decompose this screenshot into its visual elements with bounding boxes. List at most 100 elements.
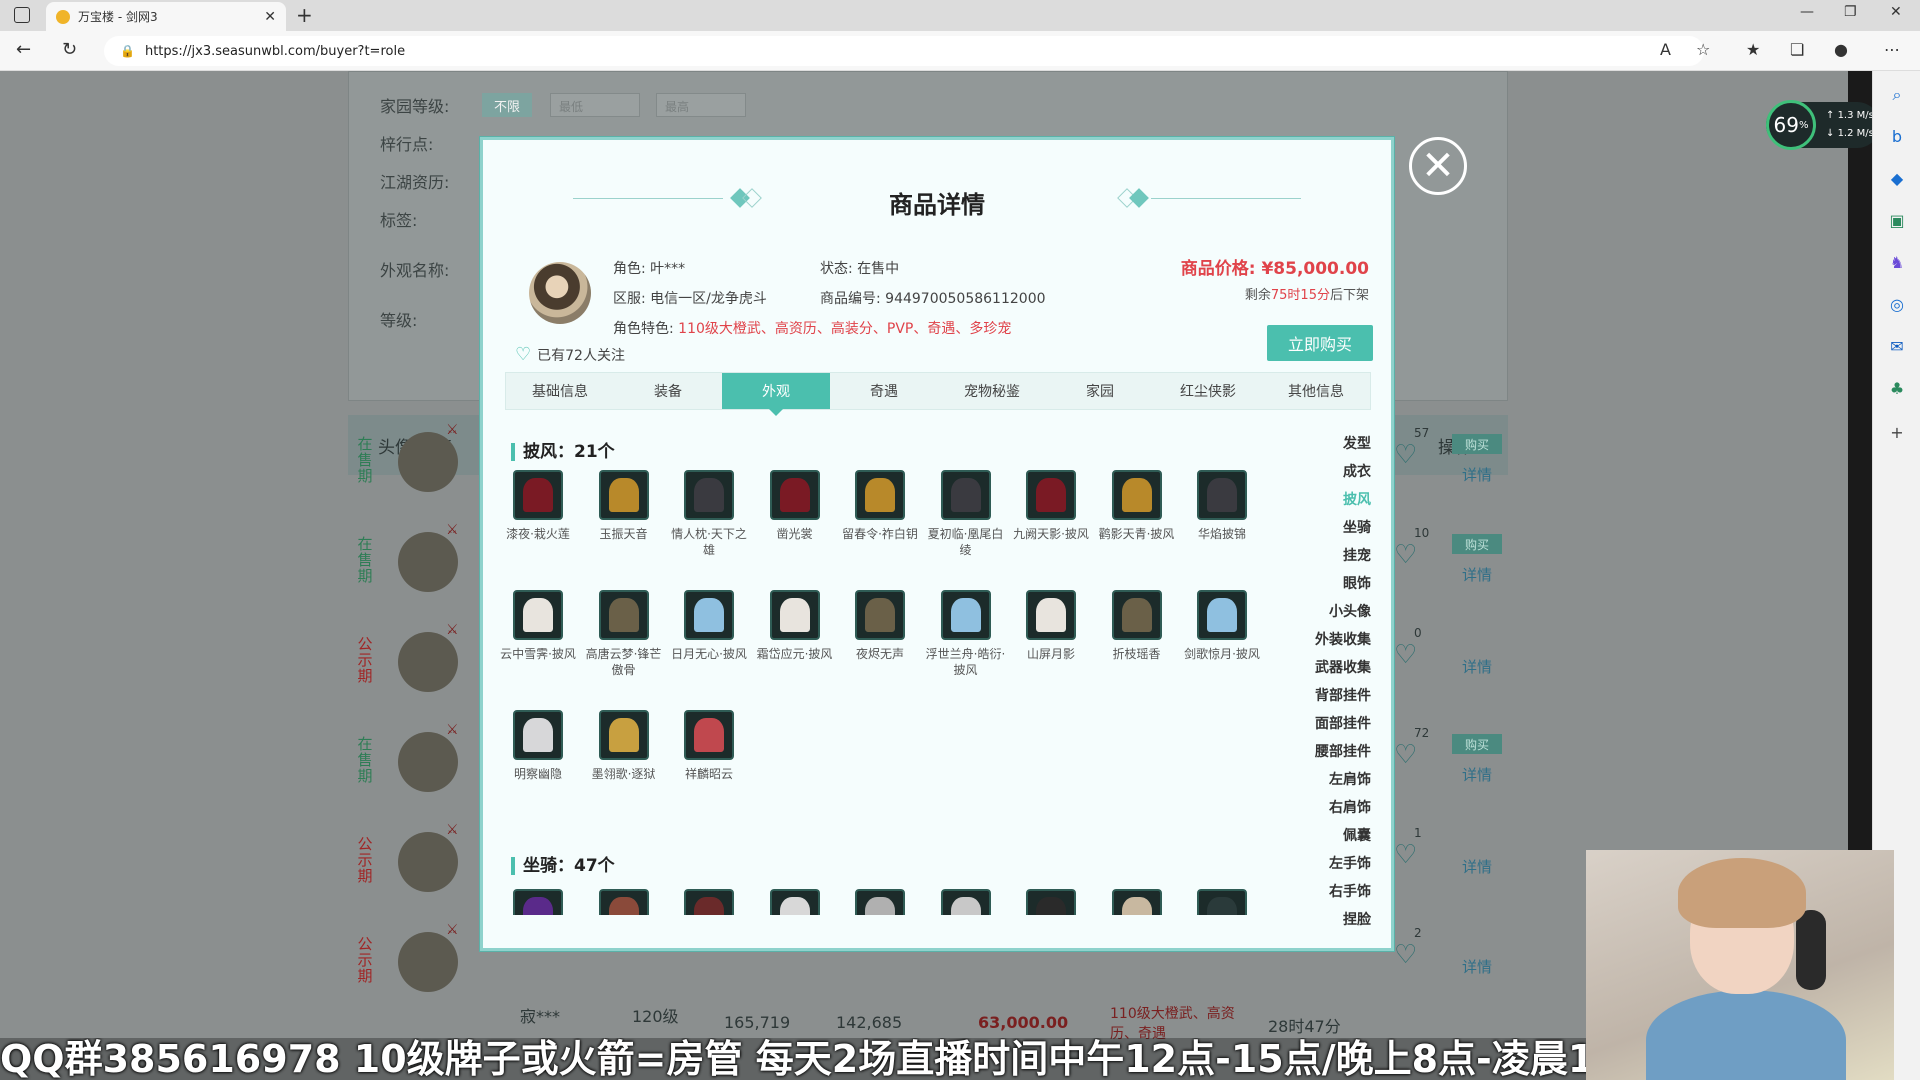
- tab-0[interactable]: 基础信息: [506, 373, 614, 409]
- cloak-item[interactable]: 山屏月影: [1008, 590, 1094, 662]
- mount-item[interactable]: [495, 889, 581, 915]
- cloak-icon[interactable]: [598, 470, 649, 520]
- mount-item[interactable]: [1094, 889, 1180, 915]
- more-icon[interactable]: ⋯: [1884, 40, 1900, 59]
- tree-icon[interactable]: ♣: [1887, 379, 1907, 399]
- tab-1[interactable]: 装备: [614, 373, 722, 409]
- mount-icon[interactable]: [1026, 889, 1076, 915]
- cloak-item[interactable]: 日月无心·披风: [666, 590, 752, 662]
- category-item[interactable]: 坐骑: [1281, 517, 1371, 545]
- refresh-icon[interactable]: ↻: [62, 39, 77, 60]
- browser-tab[interactable]: 万宝楼 - 剑网3 ✕: [46, 2, 286, 31]
- cloak-icon[interactable]: [1026, 470, 1076, 520]
- search-icon[interactable]: ⌕: [1887, 85, 1907, 105]
- category-item[interactable]: 面部挂件: [1281, 713, 1371, 741]
- home-level-min-input[interactable]: 最低: [550, 93, 640, 117]
- collections-icon[interactable]: ❏: [1790, 40, 1804, 59]
- tab-close-icon[interactable]: ✕: [264, 9, 276, 25]
- tools-icon[interactable]: ▣: [1887, 211, 1907, 231]
- cloak-icon[interactable]: [1111, 590, 1162, 640]
- row-buy-button[interactable]: 购买: [1452, 734, 1502, 754]
- category-item[interactable]: 眼饰: [1281, 573, 1371, 601]
- new-tab-icon[interactable]: +: [296, 3, 313, 27]
- bing-icon[interactable]: b: [1887, 127, 1907, 147]
- category-item[interactable]: 腰部挂件: [1281, 741, 1371, 769]
- row-heart-icon[interactable]: ♡: [1394, 440, 1417, 470]
- cloak-item[interactable]: 华焰披锦: [1179, 470, 1265, 542]
- tab-2[interactable]: 外观: [722, 373, 830, 416]
- cloak-item[interactable]: 留春令·祚白钥: [837, 470, 923, 542]
- tab-6[interactable]: 红尘侠影: [1154, 373, 1262, 409]
- category-item[interactable]: 披风: [1281, 489, 1371, 517]
- cloak-icon[interactable]: [684, 710, 734, 760]
- cloak-item[interactable]: 剑歌惊月·披风: [1179, 590, 1265, 662]
- heart-icon[interactable]: ♡: [515, 344, 531, 365]
- row-heart-icon[interactable]: ♡: [1394, 540, 1417, 570]
- row-detail-link[interactable]: 详情: [1462, 564, 1492, 585]
- tab-4[interactable]: 宠物秘鉴: [938, 373, 1046, 409]
- cloak-icon[interactable]: [684, 470, 734, 520]
- follow-count[interactable]: ♡ 已有72人关注: [515, 344, 625, 365]
- mount-icon[interactable]: [1111, 889, 1162, 915]
- cloak-icon[interactable]: [513, 470, 563, 520]
- row-detail-link[interactable]: 详情: [1462, 764, 1492, 785]
- mount-item[interactable]: [923, 889, 1009, 915]
- cloak-icon[interactable]: [940, 590, 991, 640]
- shopping-icon[interactable]: ◆: [1887, 169, 1907, 189]
- row-detail-link[interactable]: 详情: [1462, 856, 1492, 877]
- category-item[interactable]: 背部挂件: [1281, 685, 1371, 713]
- cloak-item[interactable]: 九阙天影·披风: [1008, 470, 1094, 542]
- cloak-icon[interactable]: [598, 590, 649, 640]
- cloak-item[interactable]: 云中雪霁·披风: [495, 590, 581, 662]
- cloak-icon[interactable]: [1026, 590, 1076, 640]
- mount-icon[interactable]: [513, 889, 563, 915]
- category-item[interactable]: 左手饰: [1281, 853, 1371, 881]
- back-icon[interactable]: ←: [16, 39, 31, 60]
- office-icon[interactable]: ◎: [1887, 295, 1907, 315]
- mount-icon[interactable]: [769, 889, 820, 915]
- cloak-item[interactable]: 霜岱应元·披风: [752, 590, 838, 662]
- cloak-icon[interactable]: [1111, 470, 1162, 520]
- mount-icon[interactable]: [598, 889, 649, 915]
- minimize-icon[interactable]: —: [1800, 4, 1814, 20]
- home-level-max-input[interactable]: 最高: [656, 93, 746, 117]
- cloak-item[interactable]: 凿光裳: [752, 470, 838, 542]
- tab-3[interactable]: 奇遇: [830, 373, 938, 409]
- tab-actions-icon[interactable]: [14, 7, 30, 23]
- outlook-icon[interactable]: ✉: [1887, 337, 1907, 357]
- cloak-icon[interactable]: [684, 590, 734, 640]
- category-item[interactable]: 外装收集: [1281, 629, 1371, 657]
- home-level-unlimited-button[interactable]: 不限: [482, 93, 532, 117]
- cloak-icon[interactable]: [940, 470, 991, 520]
- mount-icon[interactable]: [940, 889, 991, 915]
- row-buy-button[interactable]: 购买: [1452, 434, 1502, 454]
- cloak-item[interactable]: 明察幽隐: [495, 710, 581, 782]
- cloak-icon[interactable]: [769, 590, 820, 640]
- row-detail-link[interactable]: 详情: [1462, 656, 1492, 677]
- buy-now-button[interactable]: 立即购买: [1267, 325, 1373, 361]
- cloak-item[interactable]: 高唐云梦·锋芒傲骨: [581, 590, 667, 678]
- mount-icon[interactable]: [1197, 889, 1247, 915]
- mount-item[interactable]: [581, 889, 667, 915]
- row-buy-button[interactable]: 购买: [1452, 534, 1502, 554]
- cloak-item[interactable]: 漆夜·栽火莲: [495, 470, 581, 542]
- cloak-item[interactable]: 祥麟昭云: [666, 710, 752, 782]
- mount-item[interactable]: [666, 889, 752, 915]
- cloak-icon[interactable]: [1197, 590, 1247, 640]
- restore-icon[interactable]: ❐: [1844, 4, 1857, 20]
- cloak-item[interactable]: 鹳影天青·披风: [1094, 470, 1180, 542]
- favorites-icon[interactable]: ★: [1746, 40, 1760, 59]
- cloak-icon[interactable]: [598, 710, 649, 760]
- category-item[interactable]: 左肩饰: [1281, 769, 1371, 797]
- games-icon[interactable]: ♞: [1887, 253, 1907, 273]
- mount-icon[interactable]: [684, 889, 734, 915]
- category-item[interactable]: 右手饰: [1281, 881, 1371, 909]
- category-item[interactable]: 成衣: [1281, 461, 1371, 489]
- category-item[interactable]: 发型: [1281, 433, 1371, 461]
- mount-item[interactable]: [752, 889, 838, 915]
- cloak-item[interactable]: 夜烬无声: [837, 590, 923, 662]
- row-heart-icon[interactable]: ♡: [1394, 740, 1417, 770]
- cloak-icon[interactable]: [1197, 470, 1247, 520]
- row-detail-link[interactable]: 详情: [1462, 464, 1492, 485]
- mount-item[interactable]: [1179, 889, 1265, 915]
